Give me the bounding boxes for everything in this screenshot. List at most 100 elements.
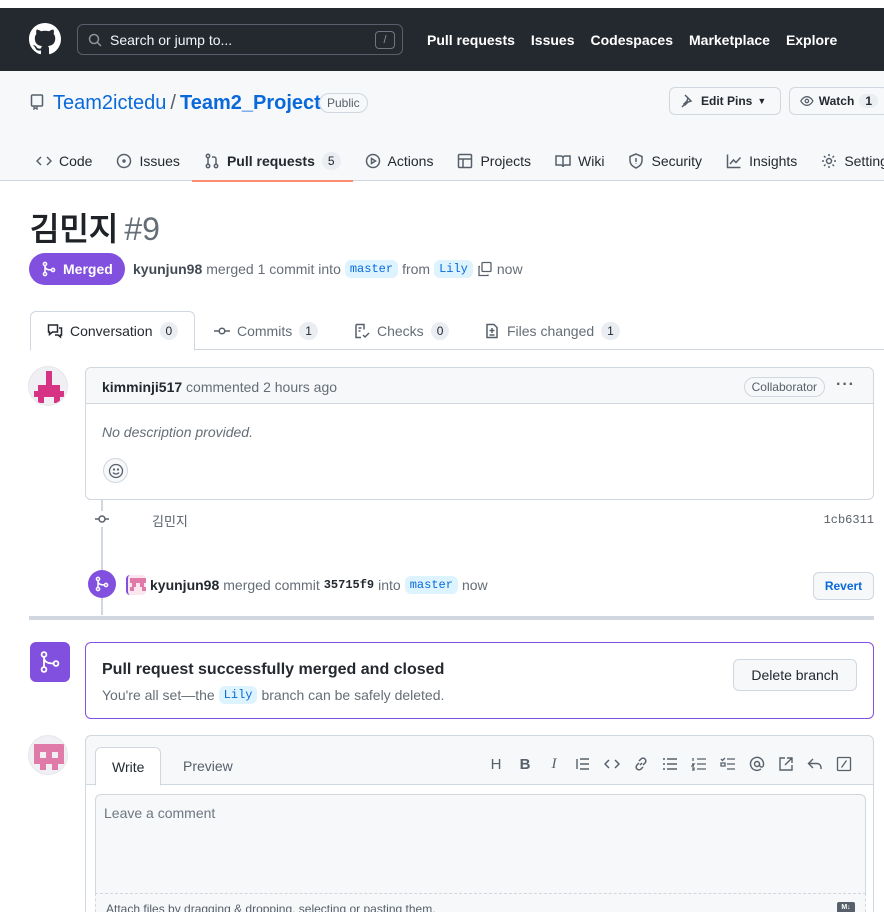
quote-icon[interactable]	[574, 754, 592, 774]
tab-insights[interactable]: Insights	[714, 141, 809, 181]
tab-preview[interactable]: Preview	[167, 747, 249, 785]
git-commit-icon	[94, 511, 110, 527]
code-icon[interactable]	[603, 754, 621, 774]
repo-name-link[interactable]: Team2_Project	[180, 92, 321, 114]
merge-status-branch[interactable]: Lily	[218, 686, 258, 704]
tab-projects-label: Projects	[480, 153, 532, 169]
delete-branch-button[interactable]: Delete branch	[733, 659, 857, 691]
task-list-icon[interactable]	[719, 754, 737, 774]
commit-message-link[interactable]: 김민지	[152, 511, 188, 530]
avatar[interactable]	[126, 575, 146, 595]
italic-icon[interactable]: I	[545, 754, 563, 774]
tab-issues[interactable]: Issues	[104, 141, 191, 181]
merge-user-link[interactable]: kyunjun98	[150, 577, 219, 593]
tab-conversation-count: 0	[159, 322, 179, 340]
repo-owner-link[interactable]: Team2ictedu	[53, 92, 166, 114]
search-input[interactable]: Search or jump to... /	[77, 24, 403, 55]
eye-icon	[800, 96, 814, 106]
reply-icon[interactable]	[806, 754, 824, 774]
commit-sha-link[interactable]: 1cb6311	[824, 513, 874, 527]
code-icon	[36, 156, 52, 166]
unordered-list-icon[interactable]	[661, 754, 679, 774]
merge-target-branch[interactable]: master	[404, 576, 458, 594]
merge-into-text: into	[378, 577, 401, 593]
nav-codespaces[interactable]: Codespaces	[591, 32, 673, 48]
tab-settings-label: Settings	[844, 153, 884, 169]
tab-code[interactable]: Code	[0, 141, 104, 181]
watch-count: 1	[859, 94, 878, 108]
link-icon[interactable]	[632, 754, 650, 774]
comment-header: kimminji517 commented 2 hours ago Collab…	[86, 368, 873, 404]
base-branch[interactable]: master	[344, 260, 399, 278]
github-logo-icon[interactable]	[29, 23, 61, 55]
markdown-toolbar: H B I	[487, 754, 853, 774]
play-icon	[365, 153, 380, 169]
attach-files-area[interactable]: Attach files by dragging & dropping, sel…	[95, 893, 866, 912]
merge-event-text: merged commit	[223, 577, 320, 593]
merge-commit-sha-link[interactable]: 35715f9	[324, 578, 374, 592]
tab-pull-requests-count: 5	[321, 152, 341, 170]
pr-state-label: Merged	[63, 261, 113, 277]
comment-textarea[interactable]: Leave a comment	[95, 794, 866, 894]
kebab-menu-icon[interactable]: ···	[836, 376, 855, 394]
watch-label: Watch	[818, 94, 855, 108]
repo-nav: Code Issues Pull requests 5 Actions Proj…	[0, 141, 884, 182]
search-placeholder: Search or jump to...	[110, 32, 233, 48]
meta-time: now	[496, 261, 523, 277]
tab-issues-label: Issues	[139, 153, 180, 169]
search-shortcut-key: /	[375, 31, 395, 49]
merger-link[interactable]: kyunjun98	[133, 261, 202, 277]
tab-write[interactable]: Write	[95, 747, 162, 786]
tab-checks-count: 0	[430, 321, 450, 340]
comment-body: No description provided.	[102, 424, 253, 440]
bold-icon[interactable]: B	[516, 754, 534, 774]
tab-security[interactable]: Security	[616, 141, 714, 181]
tab-commits-label: Commits	[237, 322, 293, 339]
pull-request-icon	[205, 153, 219, 169]
tab-wiki[interactable]: Wiki	[543, 141, 616, 181]
repo-icon	[30, 94, 44, 110]
merge-status-box: Pull request successfully merged and clo…	[85, 642, 874, 719]
identicon-avatar	[34, 371, 64, 403]
tab-pull-requests[interactable]: Pull requests 5	[191, 141, 353, 182]
tab-checks[interactable]: Checks 0	[338, 311, 465, 350]
nav-pull-requests[interactable]: Pull requests	[427, 32, 515, 48]
mention-icon[interactable]	[748, 754, 766, 774]
book-icon	[555, 155, 571, 168]
collaborator-badge: Collaborator	[743, 377, 825, 397]
edit-pins-button[interactable]: Edit Pins ▼	[669, 87, 781, 115]
tab-files-changed[interactable]: Files changed 1	[468, 311, 636, 350]
pr-tabs: Conversation 0 Commits 1 Checks 0 Files …	[30, 311, 884, 351]
avatar[interactable]	[28, 735, 68, 775]
ordered-list-icon[interactable]	[690, 754, 708, 774]
reference-icon[interactable]	[777, 754, 795, 774]
merge-event-badge	[88, 570, 116, 598]
comment-author[interactable]: kimminji517	[102, 379, 182, 395]
nav-explore[interactable]: Explore	[786, 32, 837, 48]
revert-button[interactable]: Revert	[813, 572, 874, 600]
watch-button[interactable]: Watch 1	[789, 87, 884, 115]
tab-actions[interactable]: Actions	[353, 141, 446, 181]
merge-event-time: now	[461, 577, 488, 593]
tab-wiki-label: Wiki	[578, 153, 605, 169]
head-branch[interactable]: Lily	[434, 260, 473, 278]
avatar[interactable]	[28, 366, 68, 406]
tab-commits[interactable]: Commits 1	[198, 311, 334, 350]
tab-conversation[interactable]: Conversation 0	[30, 311, 196, 351]
new-comment-editor: Write Preview H B I Leave a comment Atta…	[85, 735, 874, 912]
heading-icon[interactable]: H	[487, 754, 505, 774]
add-reaction-button[interactable]	[103, 458, 128, 483]
search-icon	[88, 33, 102, 47]
merge-status-icon-box	[30, 642, 70, 682]
tab-projects[interactable]: Projects	[445, 141, 543, 181]
slash-icon[interactable]	[835, 754, 853, 774]
visibility-badge: Public	[319, 93, 368, 113]
nav-marketplace[interactable]: Marketplace	[689, 32, 770, 48]
timeline-divider	[29, 616, 874, 620]
nav-issues[interactable]: Issues	[531, 32, 575, 48]
repo-separator: /	[170, 92, 176, 114]
copy-icon[interactable]	[477, 261, 493, 277]
tab-settings[interactable]: Settings	[809, 141, 884, 181]
tab-pull-requests-label: Pull requests	[226, 153, 315, 169]
comment-discussion-icon	[47, 324, 63, 339]
